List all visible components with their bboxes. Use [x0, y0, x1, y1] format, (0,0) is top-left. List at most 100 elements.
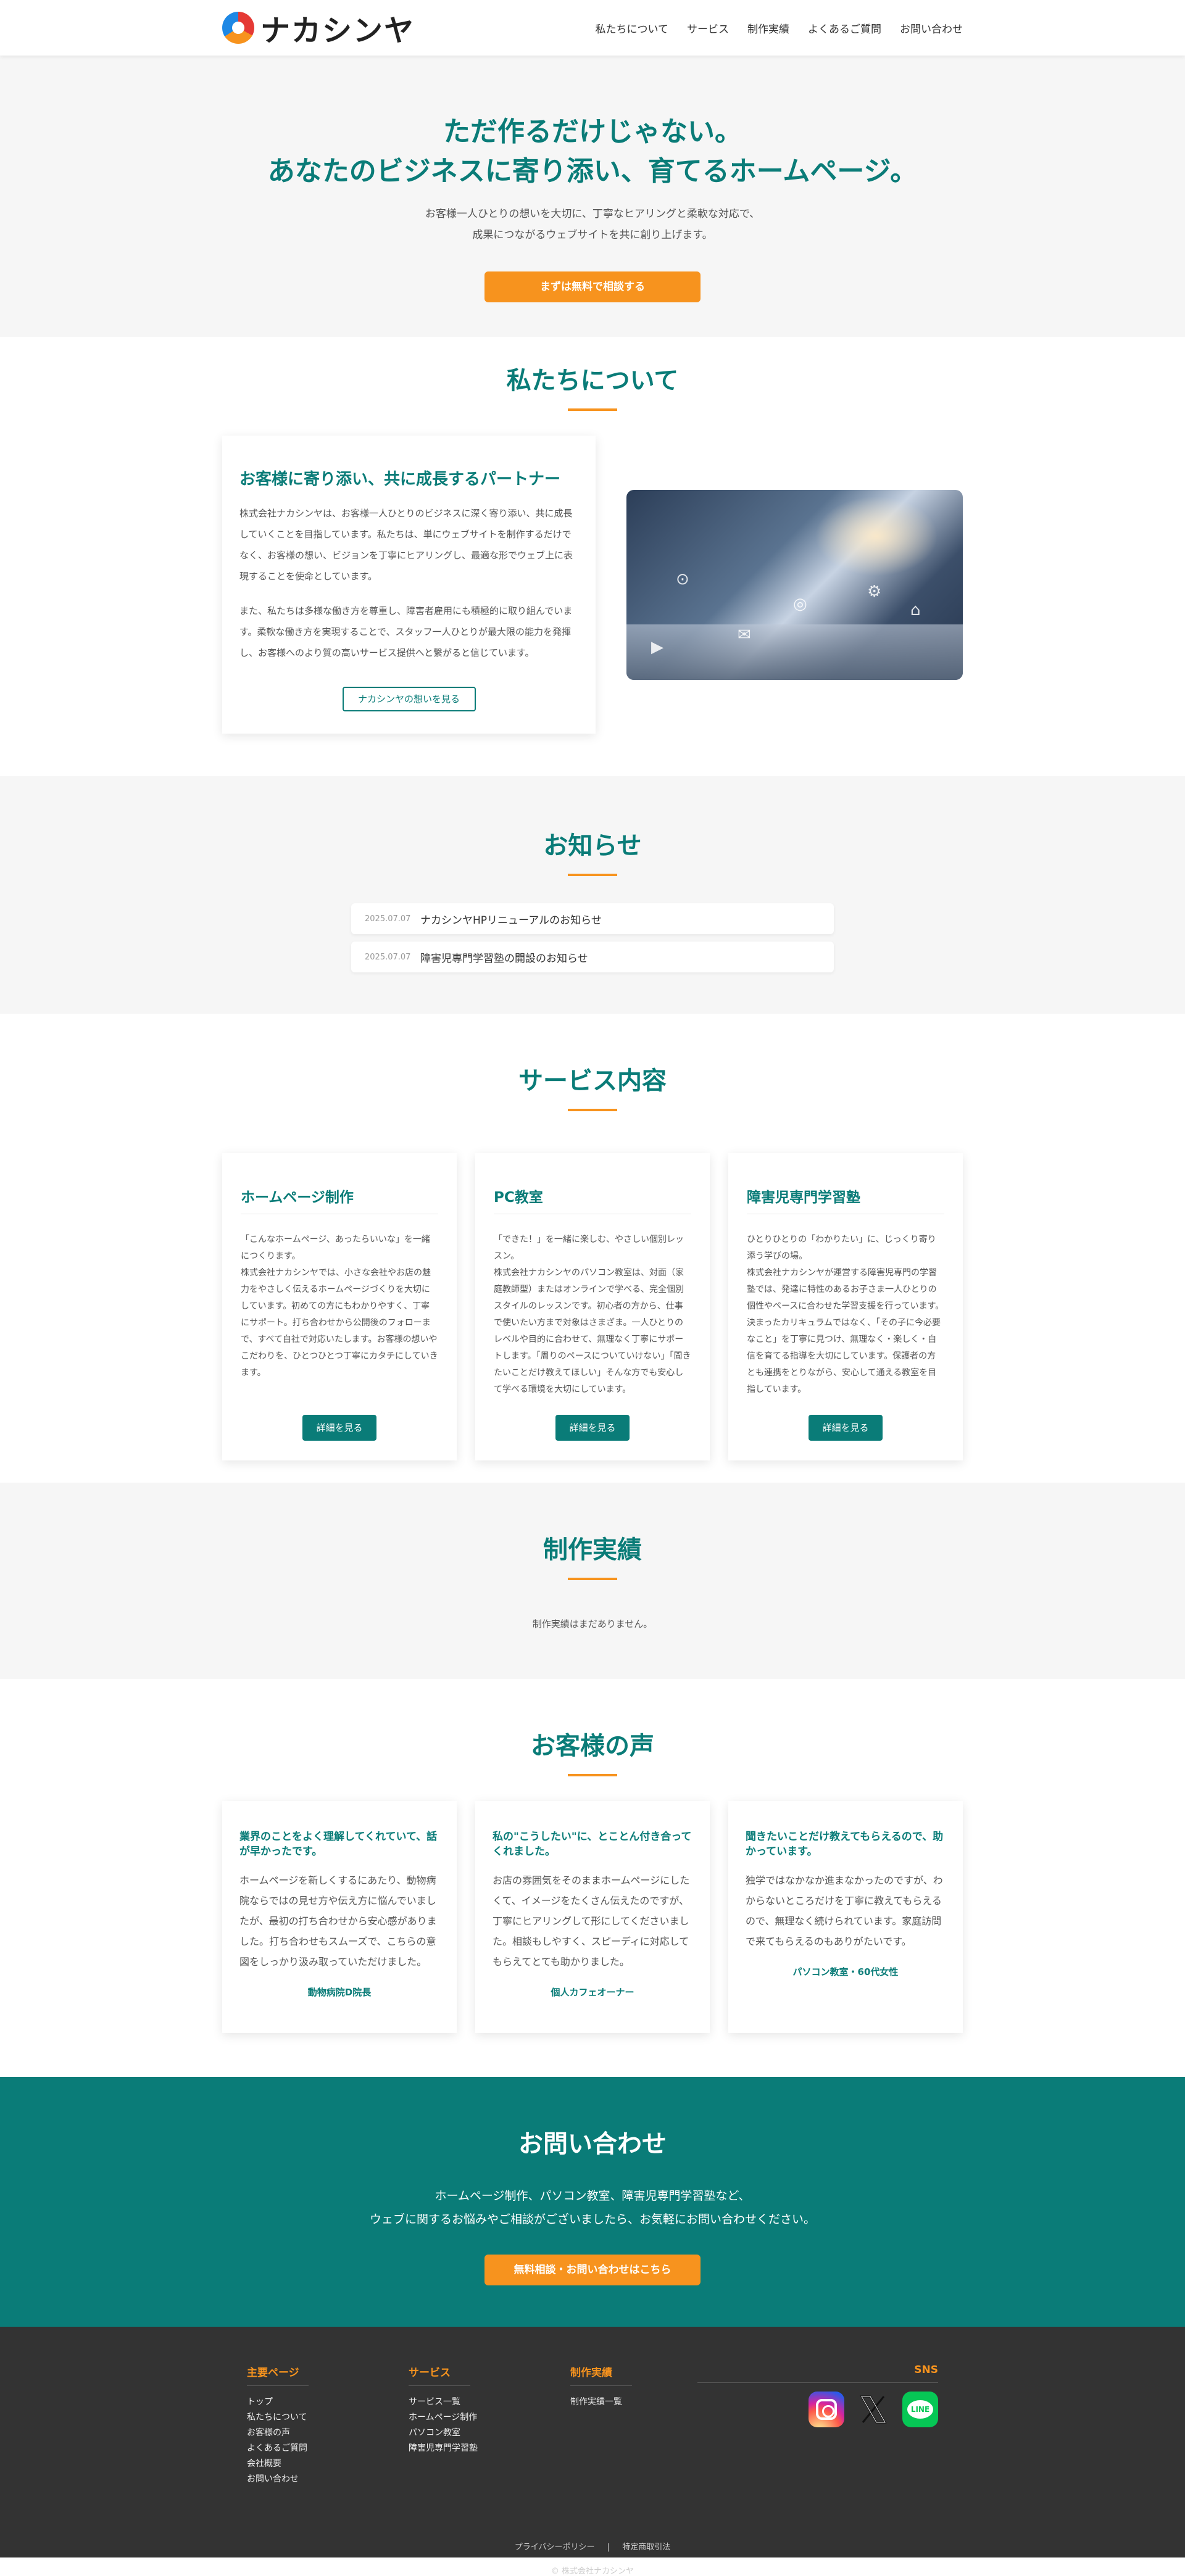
hero-sub-line2: 成果につながるウェブサイトを共に創り上げます。	[472, 229, 713, 241]
site-logo[interactable]: ナカシンヤ	[222, 6, 415, 49]
nav-services[interactable]: サービス	[687, 20, 729, 36]
service-card-web: ホームページ制作 「こんなホームページ、あったらいいな」を一緒につくります。 株…	[222, 1153, 457, 1460]
footer-sns: SNS LINE	[697, 2364, 938, 2427]
news-title: お知らせ	[543, 832, 642, 860]
search-icon: ⊙	[676, 569, 689, 589]
nav-about[interactable]: 私たちについて	[596, 20, 669, 36]
contact-button[interactable]: 無料相談・お問い合わせはこちら	[484, 2255, 701, 2285]
service-card-title: 障害児専門学習塾	[747, 1185, 944, 1214]
service-card-pc: PC教室 「できた！」を一緒に楽しむ、やさしい個別レッスン。 株式会社ナカシンヤ…	[475, 1153, 710, 1460]
footer-col-services: サービス サービス一覧 ホームページ制作 パソコン教室 障害児専門学習塾	[409, 2364, 570, 2487]
footer-link[interactable]: お問い合わせ	[247, 2472, 409, 2487]
works-section: 制作実績 制作実績はまだありません。	[0, 1483, 1185, 1679]
footer-link[interactable]: トップ	[247, 2395, 409, 2410]
footer-link[interactable]: ホームページ制作	[409, 2410, 570, 2425]
footer-link[interactable]: 会社概要	[247, 2456, 409, 2472]
services-title: サービス内容	[518, 1067, 667, 1095]
service-card-title: PC教室	[494, 1185, 691, 1214]
wifi-icon: ◎	[793, 594, 807, 613]
testimonial-headline: 私の"こうしたい"に、とことん付き合ってくれました。	[493, 1831, 692, 1858]
testimonial-text: 独学ではなかなか進まなかったのですが、わからないところだけを丁寧に教えてもらえる…	[746, 1874, 943, 1947]
nav-faq[interactable]: よくあるご質問	[808, 20, 881, 36]
hero-subtitle: お客様一人ひとりの想いを大切に、丁寧なヒアリングと柔軟な対応で、 成果につながる…	[0, 204, 1185, 246]
office-image: ▶ ✉ ◎ ⚙ ⌂ ⊙	[626, 489, 963, 680]
service-detail-button[interactable]: 詳細を見る	[809, 1415, 883, 1441]
testimonial-card: 私の"こうしたい"に、とことん付き合ってくれました。 お店の雰囲気をそのままホー…	[475, 1801, 710, 2033]
footer-col-title: 主要ページ	[247, 2364, 309, 2386]
line-icon-label: LINE	[907, 2400, 934, 2419]
privacy-link[interactable]: プライバシーポリシー	[515, 2543, 595, 2552]
title-underline	[568, 408, 617, 411]
line-icon[interactable]: LINE	[902, 2392, 938, 2427]
about-paragraph-1: 株式会社ナカシンヤは、お客様一人ひとりのビジネスに深く寄り添い、共に成長していく…	[239, 508, 573, 582]
title-underline	[568, 1774, 617, 1776]
works-title: 制作実績	[543, 1536, 642, 1564]
title-underline	[568, 1578, 617, 1580]
about-title: 私たちについて	[506, 367, 679, 395]
voice-section: お客様の声 業界のことをよく理解してくれていて、話が早かったです。 ホームページ…	[0, 1679, 1185, 2077]
about-card: お客様に寄り添い、共に成長するパートナー 株式会社ナカシンヤは、お客様一人ひとり…	[222, 436, 596, 734]
service-card-text: 「こんなホームページ、あったらいいな」を一緒につくります。 株式会社ナカシンヤで…	[241, 1235, 438, 1378]
footer-link[interactable]: 障害児専門学習塾	[409, 2441, 570, 2456]
contact-cta-section: お問い合わせ ホームページ制作、パソコン教室、障害児専門学習塾など、 ウェブに関…	[0, 2077, 1185, 2327]
news-section: お知らせ 2025.07.07 ナカシンヤHPリニューアルのお知らせ 2025.…	[0, 776, 1185, 1014]
hero-title-line1: ただ作るだけじゃない。	[443, 116, 742, 147]
hero-section: ただ作るだけじゃない。 あなたのビジネスに寄り添い、育てるホームページ。 お客様…	[0, 56, 1185, 337]
service-detail-button[interactable]: 詳細を見る	[555, 1415, 630, 1441]
service-detail-button[interactable]: 詳細を見る	[302, 1415, 376, 1441]
footer-link[interactable]: サービス一覧	[409, 2395, 570, 2410]
news-item[interactable]: 2025.07.07 障害児専門学習塾の開設のお知らせ	[351, 942, 834, 972]
lock-icon: ⌂	[910, 600, 921, 619]
testimonial-card: 聞きたいことだけ教えてもらえるので、助かっています。 独学ではなかなか進まなかっ…	[728, 1801, 963, 2033]
footer-bottom: プライバシーポリシー | 特定商取引法 © 株式会社ナカシンヤ	[0, 2540, 1185, 2576]
works-empty-message: 制作実績はまだありません。	[532, 1618, 653, 1630]
service-card-title: ホームページ制作	[241, 1185, 438, 1214]
footer-link[interactable]: お客様の声	[247, 2425, 409, 2441]
hero-title-line2: あなたのビジネスに寄り添い、育てるホームページ。	[267, 155, 918, 187]
footer-link[interactable]: 私たちについて	[247, 2410, 409, 2425]
footer-col-title: サービス	[409, 2364, 470, 2386]
footer-separator: |	[607, 2543, 610, 2552]
testimonial-author: 動物病院D院長	[307, 1987, 372, 1998]
footer-link[interactable]: パソコン教室	[409, 2425, 570, 2441]
news-item[interactable]: 2025.07.07 ナカシンヤHPリニューアルのお知らせ	[351, 903, 834, 934]
testimonial-text: ホームページを新しくするにあたり、動物病院ならではの見せ方や伝え方に悩んでいまし…	[239, 1874, 437, 1968]
footer-col-title: 制作実績	[570, 2364, 632, 2386]
contact-text-line2: ウェブに関するお悩みやご相談がございましたら、お気軽にお問い合わせください。	[369, 2213, 815, 2226]
about-paragraph-2: また、私たちは多様な働き方を尊重し、障害者雇用にも積極的に取り組んでいます。柔軟…	[239, 605, 573, 658]
footer-link[interactable]: よくあるご質問	[247, 2441, 409, 2456]
nav-contact[interactable]: お問い合わせ	[900, 20, 963, 36]
x-icon[interactable]	[855, 2392, 891, 2427]
title-underline	[568, 1109, 617, 1111]
news-title-text[interactable]: ナカシンヤHPリニューアルのお知らせ	[420, 911, 602, 927]
logo-text: ナカシンヤ	[260, 14, 415, 48]
mail-icon: ✉	[738, 625, 751, 644]
news-date: 2025.07.07	[365, 914, 411, 924]
news-date: 2025.07.07	[365, 952, 411, 962]
contact-title: お問い合わせ	[518, 2130, 667, 2158]
global-nav: 私たちについて サービス 制作実績 よくあるご質問 お問い合わせ	[596, 20, 963, 36]
footer-col-main: 主要ページ トップ 私たちについて お客様の声 よくあるご質問 会社概要 お問い…	[247, 2364, 409, 2487]
copyright: © 株式会社ナカシンヤ	[551, 2567, 634, 2576]
service-card-text: 「できた！」を一緒に楽しむ、やさしい個別レッスン。 株式会社ナカシンヤのパソコン…	[494, 1235, 691, 1394]
logo-mark-icon	[222, 12, 254, 44]
nav-works[interactable]: 制作実績	[747, 20, 789, 36]
free-consult-button[interactable]: まずは無料で相談する	[484, 271, 701, 302]
testimonial-text: お店の雰囲気をそのままホームページにしたくて、イメージをたくさん伝えたのですが、…	[493, 1874, 690, 1968]
philosophy-button[interactable]: ナカシンヤの想いを見る	[342, 687, 476, 711]
hero-sub-line1: お客様一人ひとりの想いを大切に、丁寧なヒアリングと柔軟な対応で、	[425, 208, 760, 220]
testimonial-card: 業界のことをよく理解してくれていて、話が早かったです。 ホームページを新しくする…	[222, 1801, 457, 2033]
about-card-title: お客様に寄り添い、共に成長するパートナー	[239, 470, 561, 489]
testimonial-author: パソコン教室・60代女性	[792, 1966, 899, 1978]
gear-icon: ⚙	[867, 582, 882, 601]
news-title-text[interactable]: 障害児専門学習塾の開設のお知らせ	[420, 950, 588, 965]
title-underline	[568, 874, 617, 876]
testimonial-author: 個人カフェオーナー	[551, 1987, 634, 1998]
about-section: 私たちについて お客様に寄り添い、共に成長するパートナー 株式会社ナカシンヤは、…	[0, 337, 1185, 776]
tokusho-link[interactable]: 特定商取引法	[622, 2543, 670, 2552]
hero-title: ただ作るだけじゃない。 あなたのビジネスに寄り添い、育てるホームページ。	[0, 112, 1185, 191]
services-section: サービス内容 ホームページ制作 「こんなホームページ、あったらいいな」を一緒につ…	[0, 1014, 1185, 1483]
contact-text: ホームページ制作、パソコン教室、障害児専門学習塾など、 ウェブに関するお悩みやご…	[0, 2184, 1185, 2231]
news-list: 2025.07.07 ナカシンヤHPリニューアルのお知らせ 2025.07.07…	[351, 903, 834, 972]
instagram-icon[interactable]	[809, 2392, 844, 2427]
